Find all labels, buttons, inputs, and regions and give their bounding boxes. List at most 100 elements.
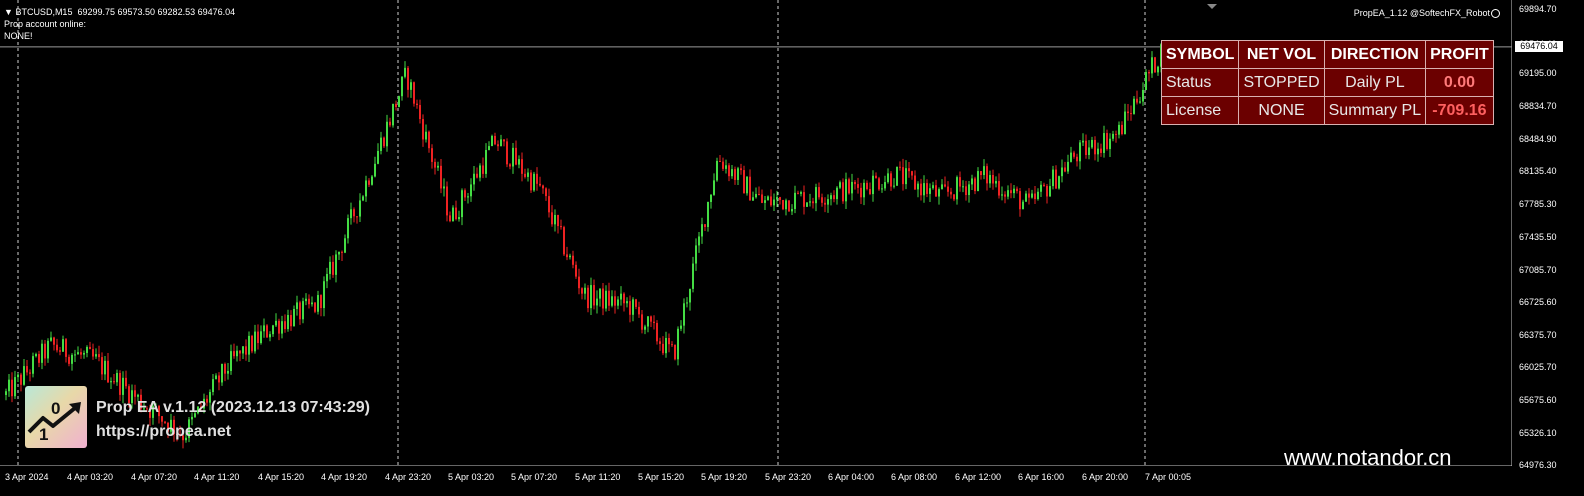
candle-body [275, 320, 277, 326]
collapse-arrow-icon[interactable]: ▼ [4, 7, 13, 17]
candle-body [56, 344, 58, 351]
candle-body [266, 325, 268, 338]
candle-body [353, 209, 355, 217]
candle-body [560, 226, 562, 228]
candle-body [722, 161, 724, 169]
candle-body [383, 137, 385, 147]
time-tick-label: 4 Apr 23:20 [385, 472, 432, 482]
candle-body [656, 322, 658, 342]
candle-body [386, 121, 388, 147]
candle-body [233, 351, 235, 357]
candle-body [680, 325, 682, 329]
candle-body [995, 181, 997, 184]
candle-body [68, 356, 70, 364]
candle-body [1130, 113, 1132, 115]
time-tick-label: 5 Apr 03:20 [448, 472, 495, 482]
candle-body [524, 173, 526, 177]
candle-body [584, 287, 586, 294]
candle-body [710, 194, 712, 202]
price-tick-label: 65675.60 [1519, 395, 1557, 405]
candle-body [1049, 186, 1051, 197]
candle-body [1034, 193, 1036, 200]
candle-body [605, 290, 607, 309]
candle-body [911, 171, 913, 176]
candle-body [854, 181, 856, 185]
candle-body [1046, 185, 1048, 197]
candle-body [26, 366, 28, 373]
candle-body [101, 357, 103, 375]
candle-body [554, 214, 556, 225]
candle-body [914, 175, 916, 190]
candle-body [608, 290, 610, 306]
candle-body [752, 197, 754, 201]
candle-body [53, 337, 55, 345]
candle-body [659, 341, 661, 344]
header-profit: PROFIT [1425, 40, 1494, 69]
stats-row-status: Status STOPPED Daily PL 0.00 [1160, 68, 1494, 97]
candle-body [359, 200, 361, 217]
candle-body [662, 343, 664, 354]
candle-body [917, 183, 919, 190]
candle-body [872, 175, 874, 195]
symbol-timeframe: BTCUSD,M15 [15, 7, 73, 17]
license-label: License [1160, 96, 1240, 125]
license-value: NONE [1238, 96, 1325, 125]
candle-body [806, 202, 808, 207]
candle-body [1115, 133, 1117, 135]
candle-body [110, 381, 112, 383]
chart-shift-marker[interactable] [1207, 4, 1217, 9]
candle-body [281, 321, 283, 334]
candle-body [323, 281, 325, 309]
candle-body [866, 182, 868, 190]
candle-body [824, 202, 826, 205]
candle-body [503, 139, 505, 142]
time-tick-label: 6 Apr 04:00 [828, 472, 875, 482]
candle-body [362, 196, 364, 201]
time-tick-label: 5 Apr 19:20 [701, 472, 748, 482]
prop-ea-logo: 0 1 [25, 386, 87, 448]
time-tick-label: 6 Apr 20:00 [1082, 472, 1129, 482]
time-tick-label: 4 Apr 15:20 [258, 472, 305, 482]
candle-body [308, 298, 310, 305]
candle-body [488, 146, 490, 150]
ea-url-link[interactable]: https://propea.net [96, 423, 231, 441]
candle-body [881, 188, 883, 190]
candle-body [1100, 148, 1102, 153]
candle-body [551, 212, 553, 225]
candle-body [332, 261, 334, 275]
candle-body [1127, 111, 1129, 114]
candle-body [293, 308, 295, 327]
header-direction: DIRECTION [1323, 40, 1427, 69]
candle-body [743, 170, 745, 194]
smiley-icon[interactable] [1491, 9, 1500, 19]
candle-body [929, 188, 931, 194]
time-tick-label: 4 Apr 19:20 [321, 472, 368, 482]
candle-body [1121, 124, 1123, 135]
candle-body [920, 183, 922, 196]
candle-body [1037, 191, 1039, 200]
candle-body [716, 160, 718, 181]
candle-body [1091, 139, 1093, 148]
candle-body [389, 121, 391, 126]
candle-body [1088, 147, 1090, 155]
candle-body [932, 185, 934, 189]
candle-body [371, 176, 373, 185]
candle-body [413, 82, 415, 104]
price-tick-label: 67435.50 [1519, 232, 1557, 242]
candle-body [350, 209, 352, 219]
candle-body [284, 321, 286, 330]
candle-body [1025, 193, 1027, 202]
logo-one-glyph: 1 [39, 425, 48, 444]
candle-body [338, 251, 340, 255]
price-tick-label: 68135.40 [1519, 166, 1557, 176]
candle-body [893, 185, 895, 187]
candle-body [539, 183, 541, 186]
candle-body [455, 207, 457, 220]
candle-body [506, 141, 508, 165]
candle-body [329, 261, 331, 274]
candle-body [698, 236, 700, 246]
ea-name-label: PropEA_1.12 @SoftechFX_Robot [1354, 8, 1500, 19]
candle-body [791, 208, 793, 212]
candle-body [1136, 98, 1138, 103]
candle-body [41, 343, 43, 363]
